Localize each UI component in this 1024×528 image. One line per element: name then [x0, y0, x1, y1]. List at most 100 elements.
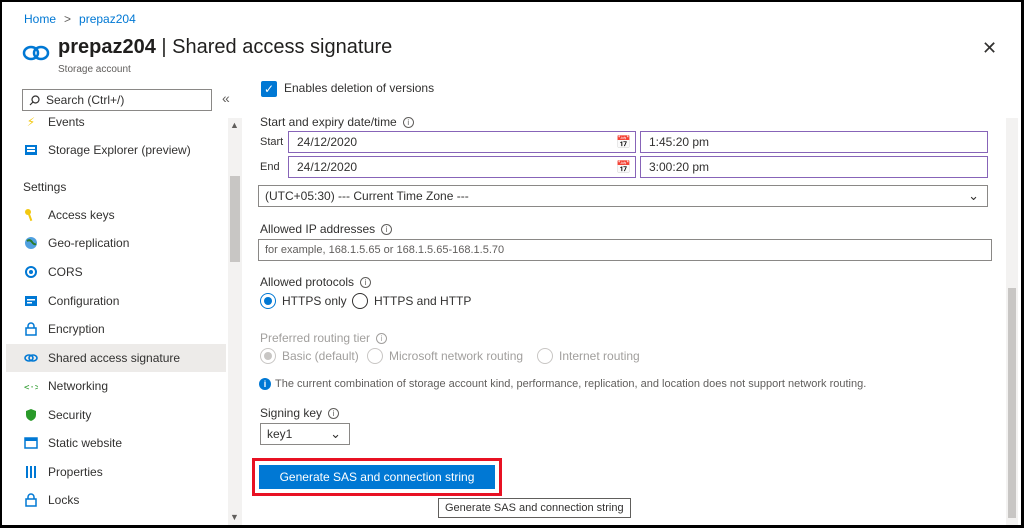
radio-basic-routing: Basic (default) [260, 348, 359, 364]
sidebar-item-static-website[interactable]: Static website [6, 429, 226, 457]
main-scroll-thumb[interactable] [1008, 288, 1016, 518]
timezone-select[interactable]: (UTC+05:30) --- Current Time Zone --- ⌄ [258, 185, 988, 207]
end-date-value: 24/12/2020 [297, 160, 358, 174]
end-date-field[interactable]: 24/12/2020 📅 [288, 156, 636, 178]
chevron-down-icon: ⌄ [968, 188, 979, 203]
sidebar-item-label: Access keys [48, 208, 115, 222]
close-icon[interactable]: ✕ [982, 38, 997, 59]
sidebar-item-properties[interactable]: Properties [6, 458, 226, 486]
radio-unselected-icon [537, 348, 553, 364]
routing-label-text: Preferred routing tier [260, 331, 371, 345]
sidebar-scrollbar[interactable]: ▲ ▼ [228, 118, 242, 525]
radio-selected-icon [260, 293, 276, 309]
calendar-icon[interactable]: 📅 [616, 160, 631, 174]
sidebar-item-locks[interactable]: Locks [6, 486, 226, 514]
chevron-down-icon: ⌄ [330, 426, 341, 441]
sidebar-item-storage-explorer[interactable]: Storage Explorer (preview) [6, 136, 226, 164]
signing-key-value: key1 [267, 427, 293, 441]
radio-https-only[interactable]: HTTPS only [260, 293, 347, 309]
info-icon[interactable]: i [376, 333, 388, 344]
lightning-icon: ⚡ [26, 115, 36, 129]
radio-label: HTTPS only [282, 294, 347, 308]
sidebar-item-shared-access-signature[interactable]: Shared access signature [6, 344, 226, 372]
signing-key-label: Signing key i [260, 406, 340, 420]
calendar-icon[interactable]: 📅 [616, 135, 631, 149]
info-icon[interactable]: i [381, 224, 393, 235]
sidebar-item-label: Geo-replication [48, 236, 130, 250]
svg-text:<·>: <·> [24, 383, 38, 393]
start-time-value: 1:45:20 pm [649, 135, 710, 149]
sidebar-item-configuration[interactable]: Configuration [6, 287, 226, 315]
scroll-up-icon[interactable]: ▲ [230, 120, 239, 130]
radio-selected-icon [260, 348, 276, 364]
sidebar-item-events[interactable]: ⚡ Events [6, 108, 226, 136]
main-scrollbar[interactable] [1006, 118, 1018, 525]
sidebar-item-networking[interactable]: <·> Networking [6, 372, 226, 400]
info-icon[interactable]: i [360, 277, 372, 288]
generate-sas-button[interactable]: Generate SAS and connection string [259, 465, 495, 489]
start-date-field[interactable]: 24/12/2020 📅 [288, 131, 636, 153]
start-date-value: 24/12/2020 [297, 135, 358, 149]
shield-icon [24, 408, 38, 422]
info-filled-icon: i [259, 378, 271, 390]
ip-address-input[interactable] [265, 244, 991, 256]
sidebar-item-access-keys[interactable]: Access keys [6, 201, 226, 229]
resource-name: prepaz204 [58, 36, 156, 58]
end-time-field[interactable]: 3:00:20 pm [640, 156, 988, 178]
radio-https-and-http[interactable]: HTTPS and HTTP [352, 293, 471, 309]
start-label: Start [260, 136, 284, 148]
sidebar-item-geo-replication[interactable]: Geo-replication [6, 229, 226, 257]
sidebar-item-label: CORS [48, 265, 83, 279]
breadcrumb: Home > prepaz204 [24, 12, 136, 26]
sidebar-scroll-thumb[interactable] [230, 176, 240, 262]
end-time-value: 3:00:20 pm [649, 160, 710, 174]
radio-unselected-icon [352, 293, 368, 309]
info-icon[interactable]: i [328, 408, 340, 419]
sidebar-item-label: Properties [48, 465, 103, 479]
sidebar-item-label: Configuration [48, 294, 120, 308]
end-label: End [260, 161, 280, 173]
title-divider: | [155, 36, 173, 58]
sidebar-item-encryption[interactable]: Encryption [6, 315, 226, 343]
collapse-sidebar-icon[interactable]: « [222, 90, 230, 106]
scroll-down-icon[interactable]: ▼ [230, 512, 239, 522]
datetime-label: Start and expiry date/time i [260, 115, 414, 129]
breadcrumb-home[interactable]: Home [24, 12, 56, 26]
start-time-field[interactable]: 1:45:20 pm [640, 131, 988, 153]
sidebar-section-settings: Settings [23, 180, 67, 194]
storage-explorer-icon [24, 143, 38, 157]
radio-internet-routing: Internet routing [537, 348, 640, 364]
cors-icon [24, 265, 38, 279]
routing-note: i The current combination of storage acc… [259, 378, 866, 390]
ip-label-text: Allowed IP addresses [260, 222, 376, 236]
link-icon [24, 351, 38, 365]
breadcrumb-chevron-icon: > [64, 12, 72, 26]
protocols-label: Allowed protocols i [260, 275, 372, 289]
radio-unselected-icon [367, 348, 383, 364]
page-subtitle: Storage account [58, 64, 131, 75]
protocols-label-text: Allowed protocols [260, 275, 355, 289]
properties-icon [24, 465, 38, 479]
sidebar-item-label: Events [48, 115, 85, 129]
radio-label: Microsoft network routing [389, 349, 524, 363]
website-icon [24, 436, 38, 450]
ip-address-box[interactable] [258, 239, 992, 261]
sidebar-item-label: Shared access signature [48, 351, 181, 365]
info-icon[interactable]: i [402, 117, 414, 128]
lock-icon [24, 493, 38, 507]
sidebar-item-label: Security [48, 408, 92, 422]
azure-portal-blade: Home > prepaz204 prepaz204 | Shared acce… [2, 2, 1021, 525]
breadcrumb-current[interactable]: prepaz204 [79, 12, 136, 26]
versions-checkbox-label: Enables deletion of versions [284, 81, 435, 95]
sidebar-item-label: Storage Explorer (preview) [48, 143, 191, 157]
networking-icon: <·> [24, 379, 38, 393]
sidebar-item-security[interactable]: Security [6, 401, 226, 429]
ip-label: Allowed IP addresses i [260, 222, 393, 236]
sidebar-item-cors[interactable]: CORS [6, 258, 226, 286]
versions-checkbox[interactable]: ✓ [261, 81, 277, 97]
signing-key-select[interactable]: key1 ⌄ [260, 423, 350, 445]
search-input[interactable] [46, 93, 196, 107]
key-icon [24, 208, 38, 222]
search-icon [29, 94, 40, 105]
routing-label: Preferred routing tier i [260, 331, 388, 345]
